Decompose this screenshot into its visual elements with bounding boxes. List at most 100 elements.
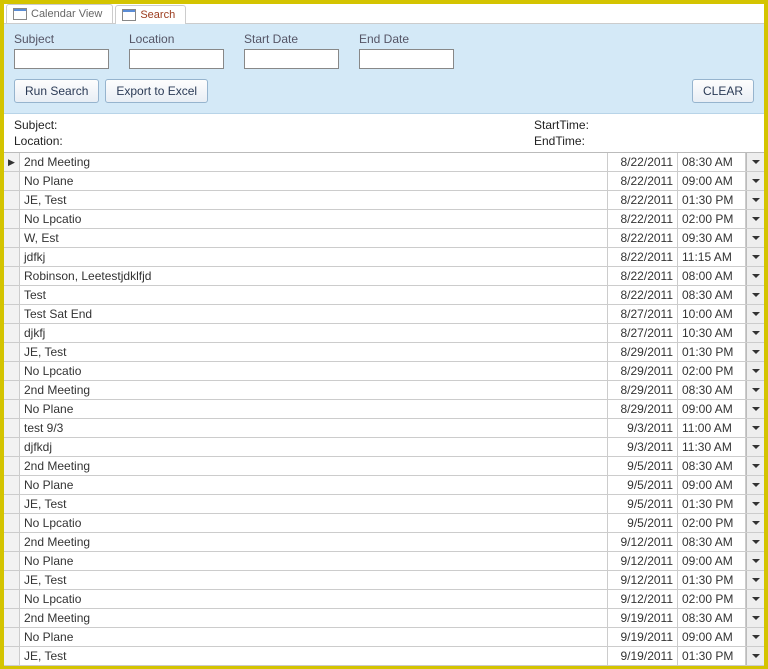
dropdown-button[interactable] xyxy=(746,590,764,608)
cell-time[interactable]: 02:00 PM xyxy=(678,362,746,380)
cell-date[interactable]: 9/5/2011 xyxy=(608,495,678,513)
dropdown-button[interactable] xyxy=(746,514,764,532)
cell-subject[interactable]: W, Est xyxy=(20,229,608,247)
cell-subject[interactable]: No Plane xyxy=(20,172,608,190)
cell-date[interactable]: 9/5/2011 xyxy=(608,476,678,494)
dropdown-button[interactable] xyxy=(746,476,764,494)
dropdown-button[interactable] xyxy=(746,400,764,418)
clear-button[interactable]: CLEAR xyxy=(692,79,754,103)
cell-date[interactable]: 8/29/2011 xyxy=(608,381,678,399)
cell-date[interactable]: 8/22/2011 xyxy=(608,153,678,171)
dropdown-button[interactable] xyxy=(746,609,764,627)
row-selector[interactable] xyxy=(4,533,20,551)
cell-subject[interactable]: No Plane xyxy=(20,400,608,418)
cell-subject[interactable]: 2nd Meeting xyxy=(20,609,608,627)
table-row[interactable]: No Plane9/5/201109:00 AM xyxy=(4,476,764,495)
cell-date[interactable]: 8/27/2011 xyxy=(608,305,678,323)
cell-date[interactable]: 8/22/2011 xyxy=(608,248,678,266)
table-row[interactable]: 2nd Meeting9/19/201108:30 AM xyxy=(4,609,764,628)
cell-date[interactable]: 9/5/2011 xyxy=(608,457,678,475)
tab-calendar-view[interactable]: Calendar View xyxy=(6,4,113,23)
cell-subject[interactable]: Test Sat End xyxy=(20,305,608,323)
cell-time[interactable]: 02:00 PM xyxy=(678,514,746,532)
cell-subject[interactable]: Robinson, Leetestjdklfjd xyxy=(20,267,608,285)
dropdown-button[interactable] xyxy=(746,647,764,665)
table-row[interactable]: No Plane9/19/201109:00 AM xyxy=(4,628,764,647)
row-selector[interactable] xyxy=(4,172,20,190)
cell-date[interactable]: 8/22/2011 xyxy=(608,191,678,209)
cell-subject[interactable]: 2nd Meeting xyxy=(20,381,608,399)
cell-subject[interactable]: No Lpcatio xyxy=(20,514,608,532)
dropdown-button[interactable] xyxy=(746,153,764,171)
cell-time[interactable]: 08:30 AM xyxy=(678,533,746,551)
cell-time[interactable]: 08:00 AM xyxy=(678,267,746,285)
cell-date[interactable]: 8/22/2011 xyxy=(608,286,678,304)
dropdown-button[interactable] xyxy=(746,438,764,456)
cell-date[interactable]: 9/12/2011 xyxy=(608,571,678,589)
row-selector[interactable] xyxy=(4,476,20,494)
cell-time[interactable]: 11:30 AM xyxy=(678,438,746,456)
cell-time[interactable]: 11:15 AM xyxy=(678,248,746,266)
cell-date[interactable]: 9/12/2011 xyxy=(608,590,678,608)
cell-subject[interactable]: JE, Test xyxy=(20,647,608,665)
cell-time[interactable]: 01:30 PM xyxy=(678,495,746,513)
row-selector[interactable] xyxy=(4,647,20,665)
cell-time[interactable]: 09:00 AM xyxy=(678,400,746,418)
dropdown-button[interactable] xyxy=(746,381,764,399)
dropdown-button[interactable] xyxy=(746,248,764,266)
table-row[interactable]: Robinson, Leetestjdklfjd8/22/201108:00 A… xyxy=(4,267,764,286)
dropdown-button[interactable] xyxy=(746,457,764,475)
dropdown-button[interactable] xyxy=(746,343,764,361)
cell-date[interactable]: 9/19/2011 xyxy=(608,609,678,627)
dropdown-button[interactable] xyxy=(746,628,764,646)
table-row[interactable]: djkfj8/27/201110:30 AM xyxy=(4,324,764,343)
dropdown-button[interactable] xyxy=(746,495,764,513)
cell-date[interactable]: 9/3/2011 xyxy=(608,419,678,437)
cell-date[interactable]: 8/27/2011 xyxy=(608,324,678,342)
row-selector[interactable] xyxy=(4,514,20,532)
cell-subject[interactable]: 2nd Meeting xyxy=(20,533,608,551)
dropdown-button[interactable] xyxy=(746,286,764,304)
row-selector[interactable] xyxy=(4,305,20,323)
dropdown-button[interactable] xyxy=(746,229,764,247)
row-selector[interactable]: ▶ xyxy=(4,153,20,171)
table-row[interactable]: No Plane8/29/201109:00 AM xyxy=(4,400,764,419)
row-selector[interactable] xyxy=(4,343,20,361)
cell-date[interactable]: 9/19/2011 xyxy=(608,647,678,665)
cell-date[interactable]: 9/19/2011 xyxy=(608,628,678,646)
table-row[interactable]: Test Sat End8/27/201110:00 AM xyxy=(4,305,764,324)
row-selector[interactable] xyxy=(4,419,20,437)
dropdown-button[interactable] xyxy=(746,210,764,228)
table-row[interactable]: jdfkj8/22/201111:15 AM xyxy=(4,248,764,267)
input-start-date[interactable] xyxy=(244,49,339,69)
dropdown-button[interactable] xyxy=(746,267,764,285)
cell-time[interactable]: 02:00 PM xyxy=(678,590,746,608)
cell-subject[interactable]: No Lpcatio xyxy=(20,362,608,380)
table-row[interactable]: No Lpcatio9/5/201102:00 PM xyxy=(4,514,764,533)
dropdown-button[interactable] xyxy=(746,419,764,437)
cell-subject[interactable]: JE, Test xyxy=(20,571,608,589)
row-selector[interactable] xyxy=(4,248,20,266)
cell-time[interactable]: 02:00 PM xyxy=(678,210,746,228)
row-selector[interactable] xyxy=(4,457,20,475)
cell-time[interactable]: 09:00 AM xyxy=(678,172,746,190)
cell-subject[interactable]: 2nd Meeting xyxy=(20,153,608,171)
cell-date[interactable]: 8/29/2011 xyxy=(608,343,678,361)
row-selector[interactable] xyxy=(4,609,20,627)
table-row[interactable]: JE, Test8/22/201101:30 PM xyxy=(4,191,764,210)
cell-date[interactable]: 9/3/2011 xyxy=(608,438,678,456)
tab-search[interactable]: Search xyxy=(115,5,186,24)
table-row[interactable]: test 9/39/3/201111:00 AM xyxy=(4,419,764,438)
table-row[interactable]: No Plane8/22/201109:00 AM xyxy=(4,172,764,191)
row-selector[interactable] xyxy=(4,362,20,380)
input-end-date[interactable] xyxy=(359,49,454,69)
table-row[interactable]: ▶2nd Meeting8/22/201108:30 AM xyxy=(4,153,764,172)
row-selector[interactable] xyxy=(4,267,20,285)
table-row[interactable]: JE, Test9/12/201101:30 PM xyxy=(4,571,764,590)
cell-time[interactable]: 01:30 PM xyxy=(678,343,746,361)
table-row[interactable]: No Lpcatio9/12/201102:00 PM xyxy=(4,590,764,609)
table-row[interactable]: No Lpcatio8/29/201102:00 PM xyxy=(4,362,764,381)
cell-subject[interactable]: No Plane xyxy=(20,628,608,646)
cell-time[interactable]: 01:30 PM xyxy=(678,191,746,209)
cell-date[interactable]: 9/12/2011 xyxy=(608,552,678,570)
